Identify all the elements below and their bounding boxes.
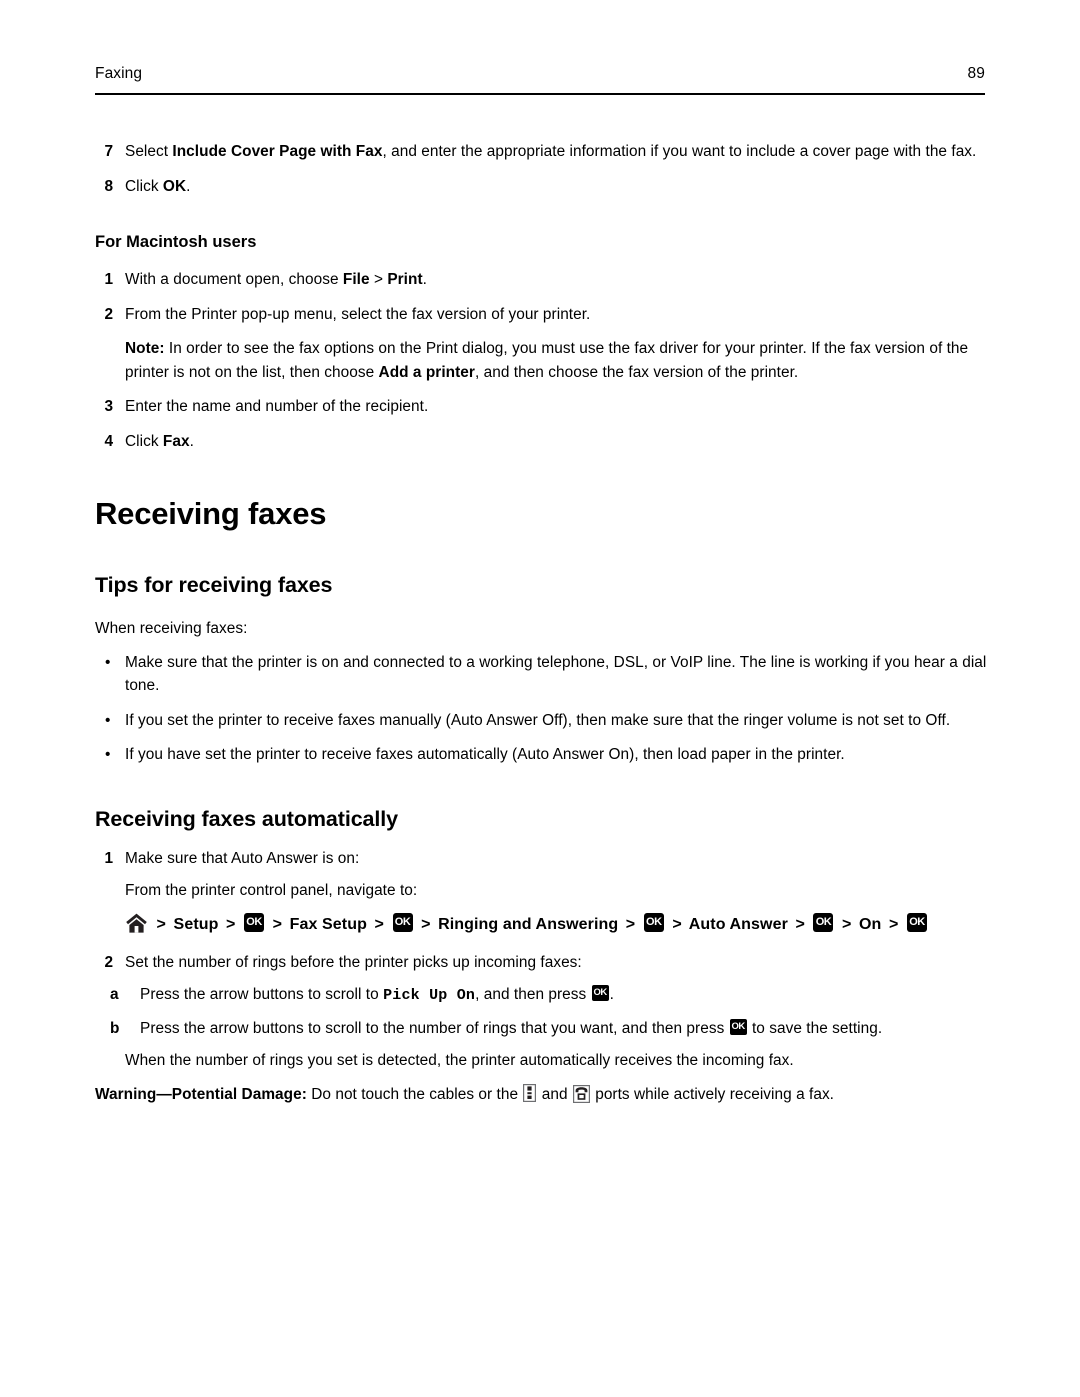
nav-path-item-ringing-and-answering: Ringing and Answering: [438, 915, 619, 933]
list-item: 1 With a document open, choose File > Pr…: [95, 268, 993, 292]
step-text: With a document open, choose File > Prin…: [125, 271, 427, 288]
continued-steps-list: 7 Select Include Cover Page with Fax, an…: [95, 140, 993, 198]
warning-potential-damage: Warning—Potential Damage: Do not touch t…: [95, 1083, 835, 1103]
path-separator: >: [842, 915, 852, 933]
tips-bullet-list: • Make sure that the printer is on and c…: [95, 651, 993, 767]
bullet-text: If you have set the printer to receive f…: [125, 746, 845, 763]
ext-phone-port-icon: [572, 1084, 590, 1103]
list-item: • If you set the printer to receive faxe…: [95, 709, 993, 733]
list-item: 2 Set the number of rings before the pri…: [95, 951, 993, 975]
note-block: Note: In order to see the fax options on…: [125, 340, 969, 381]
line-port-icon: [523, 1083, 537, 1102]
section-heading-receiving-automatically: Receiving faxes automatically: [95, 806, 399, 831]
step-marker: 2: [104, 953, 113, 971]
home-icon: [125, 912, 148, 934]
emphasis-text: Include Cover Page with Fax: [172, 143, 383, 160]
step-text: Click OK.: [125, 177, 191, 195]
path-separator: >: [625, 915, 636, 933]
list-item: 1 Make sure that Auto Answer is on:: [95, 847, 993, 871]
page-running-header: Faxing 89: [95, 64, 985, 84]
step-marker: 1: [104, 271, 113, 288]
ok-button-icon: OK: [729, 1018, 747, 1035]
path-separator: >: [888, 915, 899, 933]
list-item: a Press the arrow buttons to scroll to P…: [95, 983, 993, 1008]
path-separator: >: [672, 915, 682, 933]
substeps-list: a Press the arrow buttons to scroll to P…: [95, 983, 993, 1040]
bullet-marker: •: [105, 711, 111, 729]
bullet-text: If you set the printer to receive faxes …: [125, 711, 951, 729]
step-marker: 1: [104, 849, 113, 867]
path-separator: >: [272, 915, 283, 933]
bullet-marker: •: [105, 653, 111, 671]
warning-label: Warning—Potential Damage:: [95, 1085, 307, 1103]
step-text: From the Printer pop-up menu, select the…: [125, 305, 591, 323]
emphasis-text: Add a printer: [378, 363, 475, 381]
substep-text: Press the arrow buttons to scroll to Pic…: [140, 985, 614, 1004]
emphasis-text: File: [342, 271, 370, 288]
page-title: Receiving faxes: [95, 496, 327, 531]
list-item: 2 From the Printer pop-up menu, select t…: [95, 303, 993, 327]
list-item: 7 Select Include Cover Page with Fax, an…: [95, 140, 993, 164]
list-item: b Press the arrow buttons to scroll to t…: [95, 1017, 993, 1041]
tips-intro-text: When receiving faxes:: [95, 620, 248, 637]
note-label: Note:: [125, 340, 165, 357]
ok-button-icon: OK: [813, 912, 834, 932]
nav-path-item-setup: Setup: [173, 915, 219, 933]
path-separator: >: [226, 915, 236, 933]
ok-button-icon: OK: [392, 912, 413, 932]
list-item: 3 Enter the name and number of the recip…: [95, 395, 993, 419]
page-content: 7 Select Include Cover Page with Fax, an…: [95, 140, 993, 1106]
nav-path-item-on: On: [859, 915, 882, 933]
nav-path-item-auto-answer: Auto Answer: [688, 915, 788, 933]
step-text: Make sure that Auto Answer is on:: [125, 849, 360, 867]
step-marker: 8: [104, 177, 113, 195]
substep-text: Press the arrow buttons to scroll to the…: [140, 1018, 883, 1037]
navigate-instruction-text: From the printer control panel, navigate…: [125, 882, 418, 899]
step-text: Click Fax.: [125, 432, 194, 450]
ok-button-icon: OK: [906, 912, 927, 932]
document-page: Faxing 89 7 Select Include Cover Page wi…: [0, 0, 1080, 1397]
list-item: • If you have set the printer to receive…: [95, 743, 993, 767]
bullet-text: Make sure that the printer is on and con…: [125, 653, 987, 695]
bullet-marker: •: [105, 746, 111, 763]
step-text: Set the number of rings before the print…: [125, 953, 582, 971]
list-item: 4 Click Fax.: [95, 430, 993, 454]
path-separator: >: [374, 915, 384, 933]
control-panel-navigation-path: > Setup > OK > Fax Setup > OK > Ringing …: [95, 912, 993, 938]
emphasis-text: OK: [162, 177, 187, 195]
list-item: 8 Click OK.: [95, 175, 993, 199]
ok-button-icon: OK: [643, 912, 664, 932]
step-text: Select Include Cover Page with Fax, and …: [125, 143, 977, 160]
path-separator: >: [421, 915, 431, 933]
macintosh-steps-list: 1 With a document open, choose File > Pr…: [95, 268, 993, 453]
emphasis-text: Print: [387, 271, 423, 288]
substep-marker: b: [110, 1019, 120, 1037]
nav-path-item-fax-setup: Fax Setup: [289, 915, 367, 933]
ok-button-icon: OK: [244, 912, 265, 932]
step-marker: 3: [104, 398, 113, 415]
header-divider-rule: [95, 93, 985, 96]
path-separator: >: [795, 915, 805, 933]
automatic-receive-steps-list: 1 Make sure that Auto Answer is on: From…: [95, 847, 993, 1073]
step-marker: 4: [104, 432, 113, 450]
substep-marker: a: [110, 986, 119, 1003]
emphasis-text: Fax: [162, 432, 190, 450]
step-marker: 7: [104, 143, 113, 160]
ok-button-icon: OK: [591, 985, 609, 1001]
section-heading-tips: Tips for receiving faxes: [95, 573, 333, 597]
header-section-title: Faxing: [95, 65, 143, 82]
step2-closing-text: When the number of rings you set is dete…: [125, 1052, 794, 1069]
page-number: 89: [967, 65, 985, 82]
list-item: • Make sure that the printer is on and c…: [95, 651, 993, 698]
step-text: Enter the name and number of the recipie…: [125, 398, 429, 415]
path-separator: >: [156, 915, 166, 933]
display-value-text: Pick Up On: [383, 987, 476, 1004]
subsection-heading-macintosh: For Macintosh users: [95, 233, 257, 251]
step-marker: 2: [104, 305, 113, 323]
